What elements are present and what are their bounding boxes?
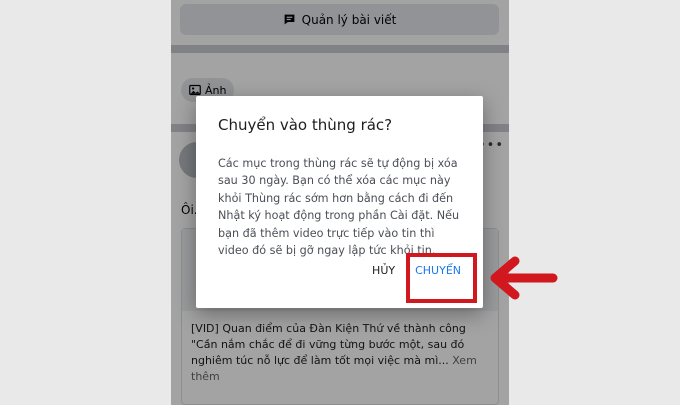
dialog-message: Các mục trong thùng rác sẽ tự động bị xó… — [218, 157, 460, 258]
cancel-button[interactable]: HỦY — [360, 258, 407, 283]
arrow-left-icon — [490, 256, 558, 300]
dialog-title: Chuyển vào thùng rác? — [218, 116, 393, 134]
highlight-box — [406, 253, 477, 303]
